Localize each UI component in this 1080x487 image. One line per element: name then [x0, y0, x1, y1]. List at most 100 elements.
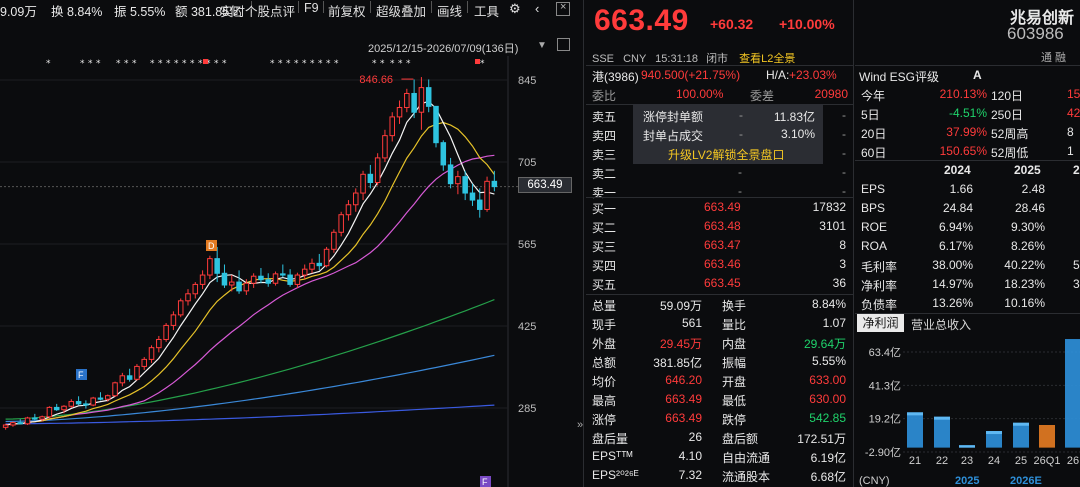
tools-button[interactable]: 工具: [474, 1, 499, 20]
chevron-left-icon[interactable]: ‹: [535, 1, 539, 16]
range-toggle-box[interactable]: [557, 38, 570, 51]
chart-toolbar: 9.09万 换 8.84% 振 5.55% 额 381.85亿 实时个股点评 F…: [0, 0, 578, 20]
stat-row: EPSᵀᵀᴹ 4.10 自由流通 6.19亿: [592, 449, 846, 465]
close-icon[interactable]: ×: [556, 1, 570, 16]
ask-row[interactable]: 卖二 - -: [586, 163, 854, 182]
return-row: 今年 210.13% 120日 15: [861, 87, 1080, 103]
event-star-icon: *: [190, 59, 195, 69]
super-overlay-button[interactable]: 超级叠加: [376, 1, 426, 20]
profit-bar-cap: [959, 445, 975, 448]
candle-body: [272, 273, 279, 284]
event-star-icon: *: [182, 59, 187, 69]
event-star-icon: *: [326, 59, 331, 69]
fin-row: 负债率 13.26% 10.16%: [861, 296, 1045, 312]
event-star-icon: *: [116, 59, 121, 69]
candle-body: [382, 135, 388, 159]
candle-body: [90, 397, 96, 406]
profit-bar: [934, 416, 950, 448]
candle-body: [221, 272, 228, 286]
stat-row: EPS²⁰²⁶ᴱ 7.32 流通股本 6.68亿: [592, 468, 846, 484]
candle-body: [425, 87, 432, 107]
bar-y-tick: 41.3亿: [869, 379, 901, 392]
candle-body: [477, 199, 483, 210]
l2-unlock-link[interactable]: 升级LV2解锁全景盘口: [668, 146, 784, 163]
realtime-comment-button[interactable]: 实时个股点评: [220, 1, 295, 20]
event-star-icon: *: [372, 59, 377, 69]
candle-body: [367, 173, 374, 184]
profit-bar: [907, 412, 923, 448]
forward-adjust-button[interactable]: 前复权: [328, 1, 366, 20]
stock-tags: 通 融: [1041, 52, 1067, 64]
gear-icon[interactable]: ⚙: [509, 1, 521, 17]
candlestick-chart[interactable]: 845705565425285846.66* * * * * * * * * * * * * * * * * * *…: [0, 56, 578, 487]
draw-line-button[interactable]: 画线: [437, 1, 462, 20]
candle-body: [433, 105, 439, 144]
fin-row: 毛利率 38.00% 40.22% 5: [861, 258, 1080, 274]
hk-quote-row: 港(3986) 940.500(+21.75%) H/A: +23.03%: [592, 68, 837, 84]
candle-body: [141, 358, 147, 367]
candle-body: [374, 157, 381, 184]
candle-body: [411, 92, 417, 113]
tab-revenue[interactable]: 营业总收入: [911, 316, 971, 333]
candle-body: [265, 279, 271, 284]
candle-body: [287, 274, 293, 285]
quote-panel: 663.49 +60.32 +10.00% SSE CNY 15:31:18 闭…: [586, 0, 854, 487]
event-star-icon: *: [294, 59, 299, 69]
event-star-icon: *: [80, 59, 85, 69]
event-star-icon: *: [166, 59, 171, 69]
candle-body: [148, 347, 155, 360]
candle-body: [404, 92, 410, 109]
candle-body: [105, 395, 111, 400]
stat-row: 总量 59.09万 换手 8.84%: [592, 297, 846, 313]
f9-button[interactable]: F9: [304, 1, 319, 15]
bid-row[interactable]: 买一 663.49 17832: [586, 198, 854, 217]
y-tick-label: 705: [518, 157, 536, 169]
bid-row[interactable]: 买五 663.45 36: [586, 274, 854, 293]
ma20-line: [5, 154, 495, 426]
event-star-icon: *: [174, 59, 179, 69]
price-change-pct: +10.00%: [779, 16, 835, 32]
candle-body: [309, 262, 315, 270]
event-star-icon: *: [222, 59, 227, 69]
kline-chart-panel[interactable]: 9.09万 换 8.84% 振 5.55% 额 381.85亿 实时个股点评 F…: [0, 0, 578, 487]
candle-body: [185, 293, 191, 302]
stock-code: 603986: [1007, 24, 1064, 43]
candle-body: [39, 416, 45, 420]
candle-body: [214, 258, 220, 274]
dividend-marker-label: D: [208, 241, 215, 251]
candle-body: [156, 338, 162, 349]
candle-body: [53, 406, 60, 411]
event-star-icon: *: [310, 59, 315, 69]
bar-x-label: 26Q1: [1034, 455, 1061, 467]
profit-bar: [1039, 425, 1055, 448]
bid-row[interactable]: 买四 663.46 3: [586, 255, 854, 274]
candle-body: [389, 116, 395, 137]
candle-body: [243, 282, 250, 292]
esg-row[interactable]: Wind ESG评级 A: [855, 66, 1080, 85]
view-l2-link[interactable]: 查看L2全景: [739, 53, 795, 65]
l2-promo-box[interactable]: 涨停封单额 - 11.83亿 封单占成交 - 3.10% 升级LV2解锁全景盘口: [633, 104, 823, 164]
candle-body: [345, 204, 352, 216]
range-dropdown-icon[interactable]: ▼: [537, 40, 547, 51]
financial-marker-label: F: [482, 477, 488, 487]
candle-body: [177, 300, 184, 316]
stat-row: 总额 381.85亿 振幅 5.55%: [592, 354, 846, 370]
stat-row: 盘后量 26 盘后额 172.51万: [592, 430, 846, 446]
return-row: 5日 -4.51% 250日 42: [861, 106, 1080, 122]
bar-year-label: 2025: [955, 475, 979, 487]
bar-y-tick: 63.4亿: [869, 346, 901, 359]
bid-row[interactable]: 买三 663.47 8: [586, 236, 854, 255]
event-star-icon: *: [150, 59, 155, 69]
bid-row[interactable]: 买二 663.48 3101: [586, 217, 854, 236]
bar-x-label: 26: [1067, 455, 1079, 467]
event-star-icon: *: [380, 59, 385, 69]
bar-x-label: 22: [936, 455, 948, 467]
candle-body: [236, 281, 242, 292]
tab-net-profit[interactable]: 净利润: [857, 314, 904, 332]
candle-body: [75, 401, 82, 405]
currency-label: CNY: [623, 53, 647, 65]
event-star-icon: *: [302, 59, 307, 69]
event-star-icon: *: [390, 59, 395, 69]
bar-unit-label: (CNY): [859, 475, 890, 487]
candle-body: [192, 283, 199, 295]
